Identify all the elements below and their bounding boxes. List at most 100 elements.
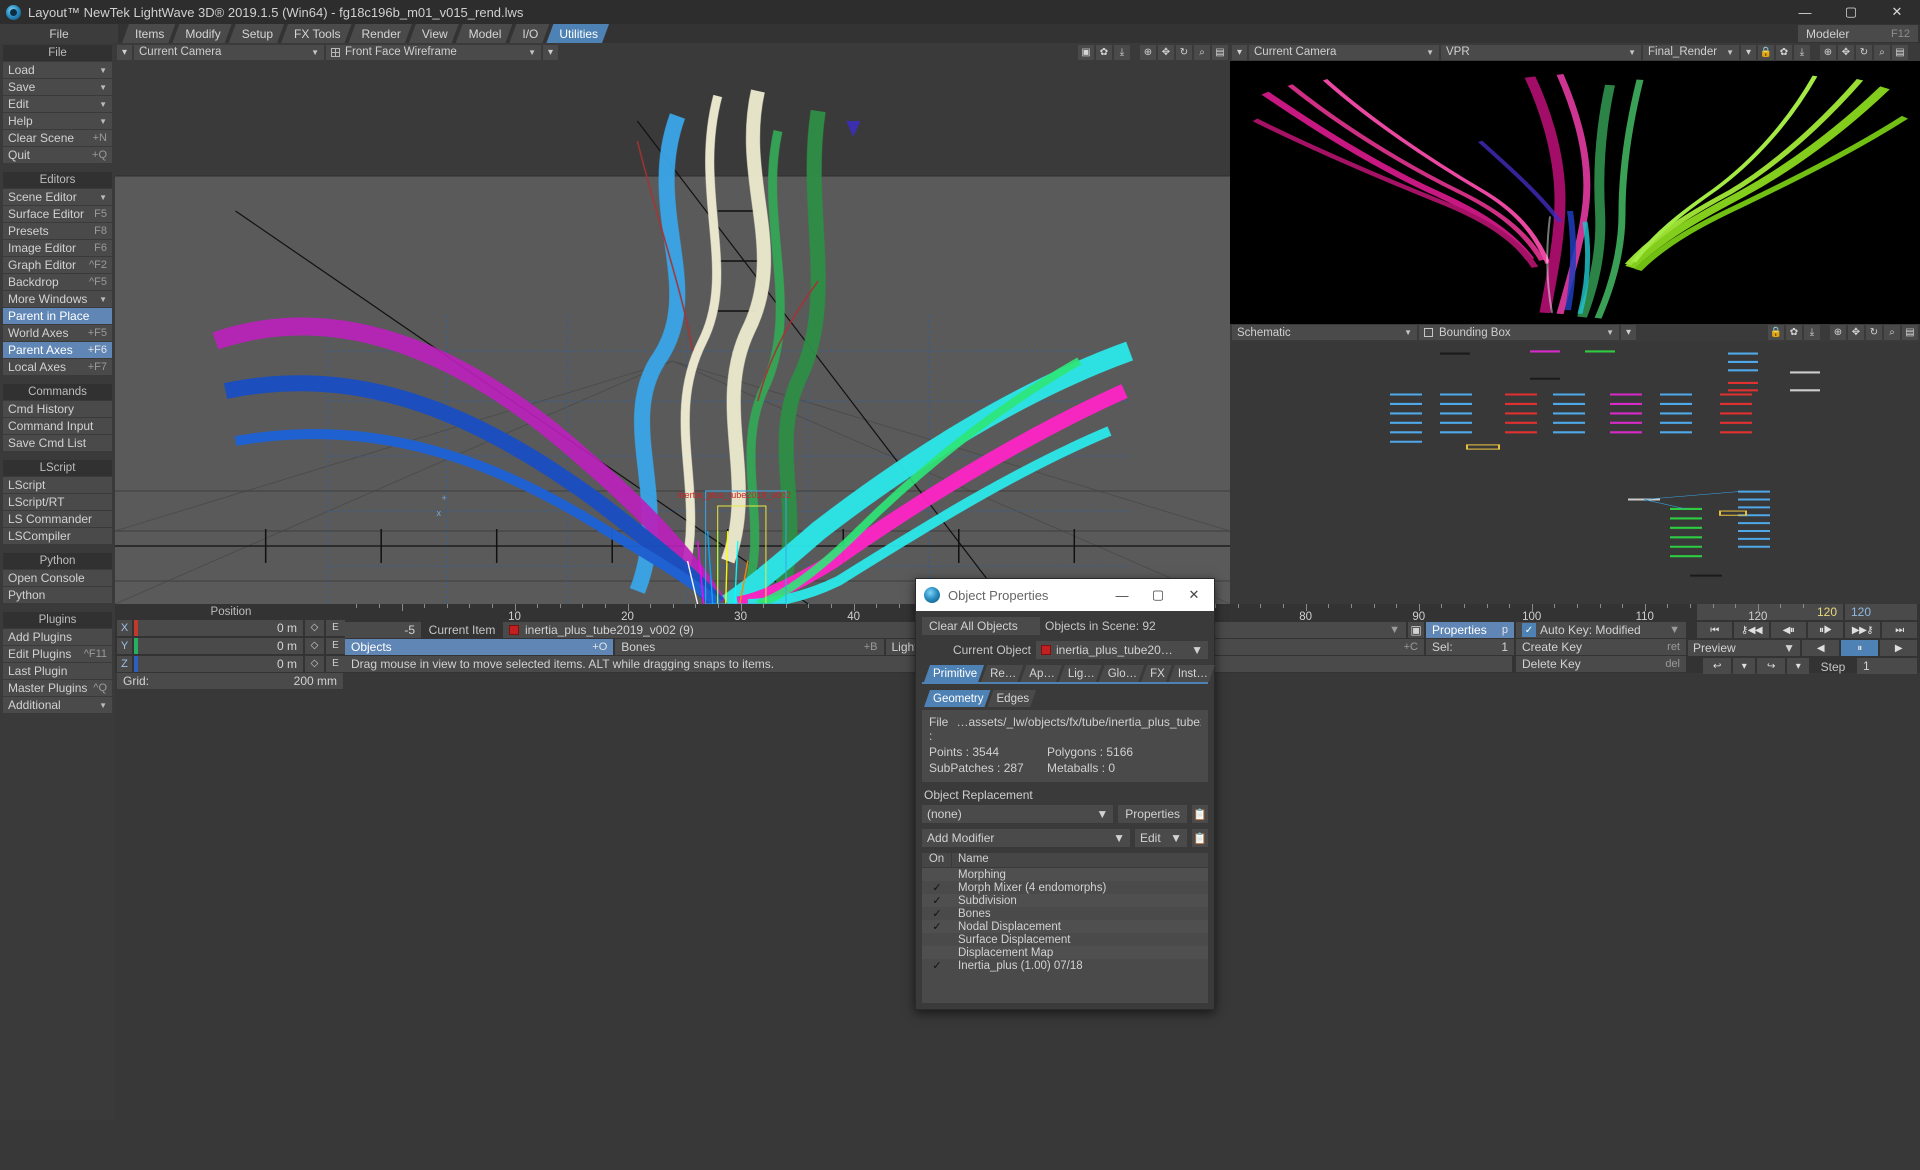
end-frame-field[interactable]: 120 <box>1845 604 1917 620</box>
vpr-extra-menu[interactable]: ▾ <box>1741 44 1756 60</box>
step-forward-button[interactable]: ⏸▶ <box>1808 622 1843 638</box>
axis-label-z[interactable]: Z <box>117 655 132 672</box>
redo-menu-icon[interactable]: ▾ <box>1787 658 1809 674</box>
step-field[interactable]: 1 <box>1857 658 1917 674</box>
sidebar-item-local-axes[interactable]: Local Axes +F7 <box>3 359 112 375</box>
camera-snapshot-icon[interactable]: ▣ <box>1078 44 1094 60</box>
sidebar-item-clear-scene[interactable]: Clear Scene +N <box>3 130 112 146</box>
auto-key-select[interactable]: ✓ Auto Key: Modified ▼ <box>1516 622 1686 638</box>
dialog-subtab-geometry[interactable]: Geometry <box>924 690 991 707</box>
delete-key-button[interactable]: Delete Key del <box>1516 656 1686 672</box>
dialog-subtab-edges[interactable]: Edges <box>988 690 1037 707</box>
schematic-extra-menu[interactable]: ▾ <box>1621 325 1636 340</box>
modifier-edit-select[interactable]: Edit ▼ <box>1135 829 1187 847</box>
pan-icon[interactable]: ✥ <box>1158 44 1174 60</box>
gear-icon[interactable]: ✿ <box>1786 325 1802 340</box>
sidebar-item-edit[interactable]: Edit ▼ <box>3 96 112 112</box>
sidebar-item-image-editor[interactable]: Image Editor F6 <box>3 240 112 256</box>
start-frame-field[interactable]: -5 <box>345 622 421 638</box>
play-forward-button[interactable]: ▶ <box>1880 640 1917 656</box>
main-viewport-mode-select[interactable]: Front Face Wireframe ▼ <box>326 44 541 60</box>
axis-value-y[interactable]: 0 m <box>134 637 303 654</box>
axis-label-y[interactable]: Y <box>117 637 132 654</box>
axis-value-z[interactable]: 0 m <box>134 655 303 672</box>
modifier-row[interactable]: ✓ Inertia_plus (1.00) 07/18 <box>922 959 1208 973</box>
axis-envelope-button[interactable]: E <box>326 655 345 672</box>
maximize-viewport-icon[interactable]: ▤ <box>1212 44 1228 60</box>
dialog-tab-6[interactable]: Inst… <box>1169 665 1215 682</box>
vpr-camera-select[interactable]: Current Camera ▼ <box>1249 44 1439 60</box>
sidebar-item-last-plugin[interactable]: Last Plugin <box>3 663 112 679</box>
sidebar-item-lscript-rt[interactable]: LScript/RT <box>3 494 112 510</box>
step-back-button[interactable]: ◀⏸ <box>1771 622 1806 638</box>
modifier-list[interactable]: On Name Morphing ✓ Morph Mixer (4 endomorp… <box>922 853 1208 1003</box>
modifier-row[interactable]: ✓ Bones <box>922 907 1208 921</box>
vpr-mode-select[interactable]: VPR ▼ <box>1441 44 1641 60</box>
dialog-title-bar[interactable]: Object Properties — ▢ ✕ <box>916 579 1214 611</box>
sidebar-item-parent-in-place[interactable]: Parent in Place <box>3 308 112 324</box>
dialog-maximize-button[interactable]: ▢ <box>1140 580 1176 610</box>
main-viewport-extra-menu[interactable]: ▾ <box>543 44 558 60</box>
dialog-tab-4[interactable]: Glo… <box>1099 665 1144 682</box>
maximize-viewport-icon[interactable]: ▤ <box>1902 325 1918 340</box>
undo-menu-icon[interactable]: ▾ <box>1733 658 1755 674</box>
dialog-close-button[interactable]: ✕ <box>1176 580 1212 610</box>
center-icon[interactable]: ⊕ <box>1140 44 1156 60</box>
sidebar-item-quit[interactable]: Quit +Q <box>3 147 112 163</box>
dialog-tab-2[interactable]: Ap… <box>1020 665 1062 682</box>
gear-icon[interactable]: ✿ <box>1096 44 1112 60</box>
axis-label-x[interactable]: X <box>117 619 132 636</box>
maximize-button[interactable]: ▢ <box>1828 0 1874 24</box>
schematic-mode-select[interactable]: Schematic ▼ <box>1232 325 1417 340</box>
replacement-properties-button[interactable]: Properties <box>1118 805 1187 823</box>
zoom-icon[interactable]: ⌕ <box>1194 44 1210 60</box>
object-replacement-select[interactable]: (none) ▼ <box>922 805 1114 823</box>
sidebar-item-lscript[interactable]: LScript <box>3 477 112 493</box>
sidebar-item-cmd-history[interactable]: Cmd History <box>3 401 112 417</box>
modeler-button[interactable]: Modeler F12 <box>1798 25 1918 42</box>
zoom-icon[interactable]: ⌕ <box>1884 325 1900 340</box>
pause-button[interactable]: ⏸ <box>1841 640 1878 656</box>
properties-button[interactable]: Properties p <box>1426 622 1514 638</box>
lock-icon[interactable]: 🔒 <box>1768 325 1784 340</box>
undo-icon[interactable]: ↩ <box>1703 658 1731 674</box>
sidebar-item-save[interactable]: Save ▼ <box>3 79 112 95</box>
preview-select[interactable]: Preview ▼ <box>1688 640 1800 656</box>
menu-tab-setup[interactable]: Setup <box>229 24 284 43</box>
modifier-row[interactable]: Displacement Map <box>922 946 1208 959</box>
go-to-start-button[interactable]: ⏮ <box>1697 622 1732 638</box>
schematic-canvas[interactable] <box>1230 341 1920 604</box>
rotate-icon[interactable]: ↻ <box>1866 325 1882 340</box>
main-viewport-camera-select[interactable]: Current Camera ▼ <box>134 44 324 60</box>
modifier-row[interactable]: ✓ Nodal Displacement <box>922 920 1208 933</box>
main-viewport-canvas[interactable]: inertia_plus_tube2019_v002 x + <box>115 61 1230 604</box>
file-menu-label[interactable]: File <box>0 24 118 43</box>
menu-tab-utilities[interactable]: Utilities <box>546 24 609 43</box>
modifier-row[interactable]: ✓ Morph Mixer (4 endomorphs) <box>922 881 1208 895</box>
sidebar-item-more-windows[interactable]: More Windows ▼ <box>3 291 112 307</box>
sidebar-item-surface-editor[interactable]: Surface Editor F5 <box>3 206 112 222</box>
menu-tab-view[interactable]: View <box>409 24 459 43</box>
sidebar-item-ls-commander[interactable]: LS Commander <box>3 511 112 527</box>
prev-keyframe-button[interactable]: ⚷◀◀ <box>1734 622 1769 638</box>
axis-nudge-icon[interactable]: ◇ <box>305 619 324 636</box>
axis-nudge-icon[interactable]: ◇ <box>305 655 324 672</box>
axis-envelope-button[interactable]: E <box>326 619 345 636</box>
play-backward-button[interactable]: ◀ <box>1802 640 1839 656</box>
export-icon[interactable]: ⤓ <box>1804 325 1820 340</box>
modifier-row[interactable]: ✓ Subdivision <box>922 894 1208 907</box>
current-object-select[interactable]: inertia_plus_tube20… ▼ <box>1036 641 1208 659</box>
go-to-end-button[interactable]: ⏭ <box>1882 622 1917 638</box>
sidebar-item-command-input[interactable]: Command Input <box>3 418 112 434</box>
lock-icon[interactable]: 🔒 <box>1758 44 1774 60</box>
rotate-icon[interactable]: ↻ <box>1856 44 1872 60</box>
sidebar-item-presets[interactable]: Presets F8 <box>3 223 112 239</box>
rotate-icon[interactable]: ↻ <box>1176 44 1192 60</box>
sidebar-item-python[interactable]: Python <box>3 587 112 603</box>
menu-tab-items[interactable]: Items <box>122 24 175 43</box>
maximize-viewport-icon[interactable]: ▤ <box>1892 44 1908 60</box>
next-keyframe-button[interactable]: ▶▶⚷ <box>1845 622 1880 638</box>
create-key-button[interactable]: Create Key ret <box>1516 639 1686 655</box>
sidebar-item-load[interactable]: Load ▼ <box>3 62 112 78</box>
add-modifier-select[interactable]: Add Modifier ▼ <box>922 829 1130 847</box>
